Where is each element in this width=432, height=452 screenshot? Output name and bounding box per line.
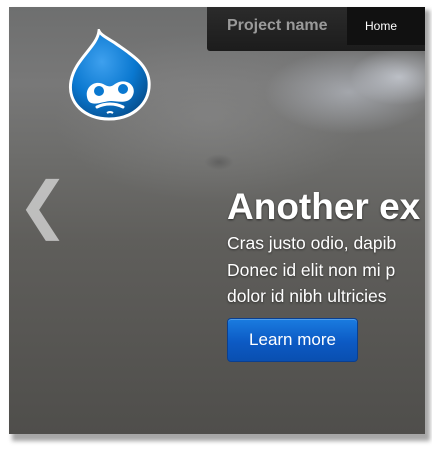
carousel-caption-line: Donec id elit non mi p	[227, 260, 396, 280]
top-navbar: Project name Home	[207, 7, 425, 51]
learn-more-button[interactable]: Learn more	[227, 318, 358, 362]
nav-item-home[interactable]: Home	[347, 7, 425, 45]
navbar-brand[interactable]: Project name	[227, 16, 327, 36]
carousel-caption-line: Cras justo odio, dapib	[227, 233, 397, 253]
carousel-caption-title: Another ex	[227, 186, 421, 227]
carousel-prev-icon[interactable]: ❮	[17, 175, 69, 237]
carousel-slide: Project name Home ❮ Another ex Cras just…	[9, 7, 425, 434]
drupal-logo-icon[interactable]	[67, 29, 153, 121]
carousel-caption-line: dolor id nibh ultricies	[227, 286, 387, 306]
